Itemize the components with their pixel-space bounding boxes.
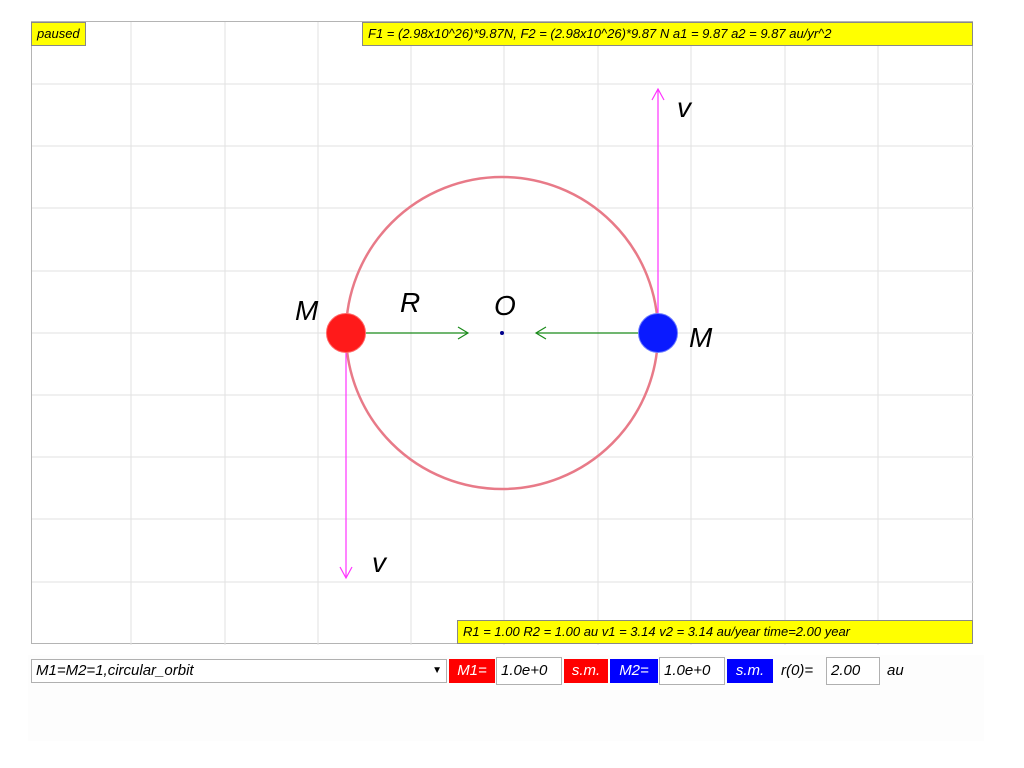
orbit-readout: R1 = 1.00 R2 = 1.00 au v1 = 3.14 v2 = 3.… <box>457 620 973 644</box>
simulation-drawing <box>32 22 974 645</box>
r0-unit-label: au <box>887 662 904 679</box>
r0-label: r(0)= <box>781 662 814 679</box>
scenario-value: M1=M2=1,circular_orbit <box>36 662 194 679</box>
m1-input[interactable]: 1.0e+0 <box>496 657 562 685</box>
m2-input[interactable]: 1.0e+0 <box>659 657 725 685</box>
mass-1-body[interactable] <box>326 313 366 353</box>
scenario-dropdown[interactable]: M1=M2=1,circular_orbit ▼ <box>31 659 447 683</box>
radius-label: R <box>400 287 421 318</box>
mass-2-label: M <box>689 322 713 353</box>
mass-2-body[interactable] <box>638 313 678 353</box>
m1-unit-label: s.m. <box>564 659 608 683</box>
simulation-canvas[interactable] <box>31 21 974 645</box>
dropdown-arrow-icon[interactable]: ▼ <box>432 660 442 682</box>
m1-label: M1= <box>449 659 495 683</box>
m2-unit-label: s.m. <box>727 659 773 683</box>
r0-input[interactable]: 2.00 <box>826 657 880 685</box>
status-label: paused <box>31 22 86 46</box>
m2-label: M2= <box>610 659 658 683</box>
velocity-label-top: v <box>677 92 691 123</box>
center-of-mass-dot <box>500 331 504 335</box>
origin-label: O <box>494 290 516 321</box>
force-readout: F1 = (2.98x10^26)*9.87N, F2 = (2.98x10^2… <box>362 22 973 46</box>
velocity-label-bottom: v <box>372 547 386 578</box>
mass-1-label: M <box>295 295 319 326</box>
